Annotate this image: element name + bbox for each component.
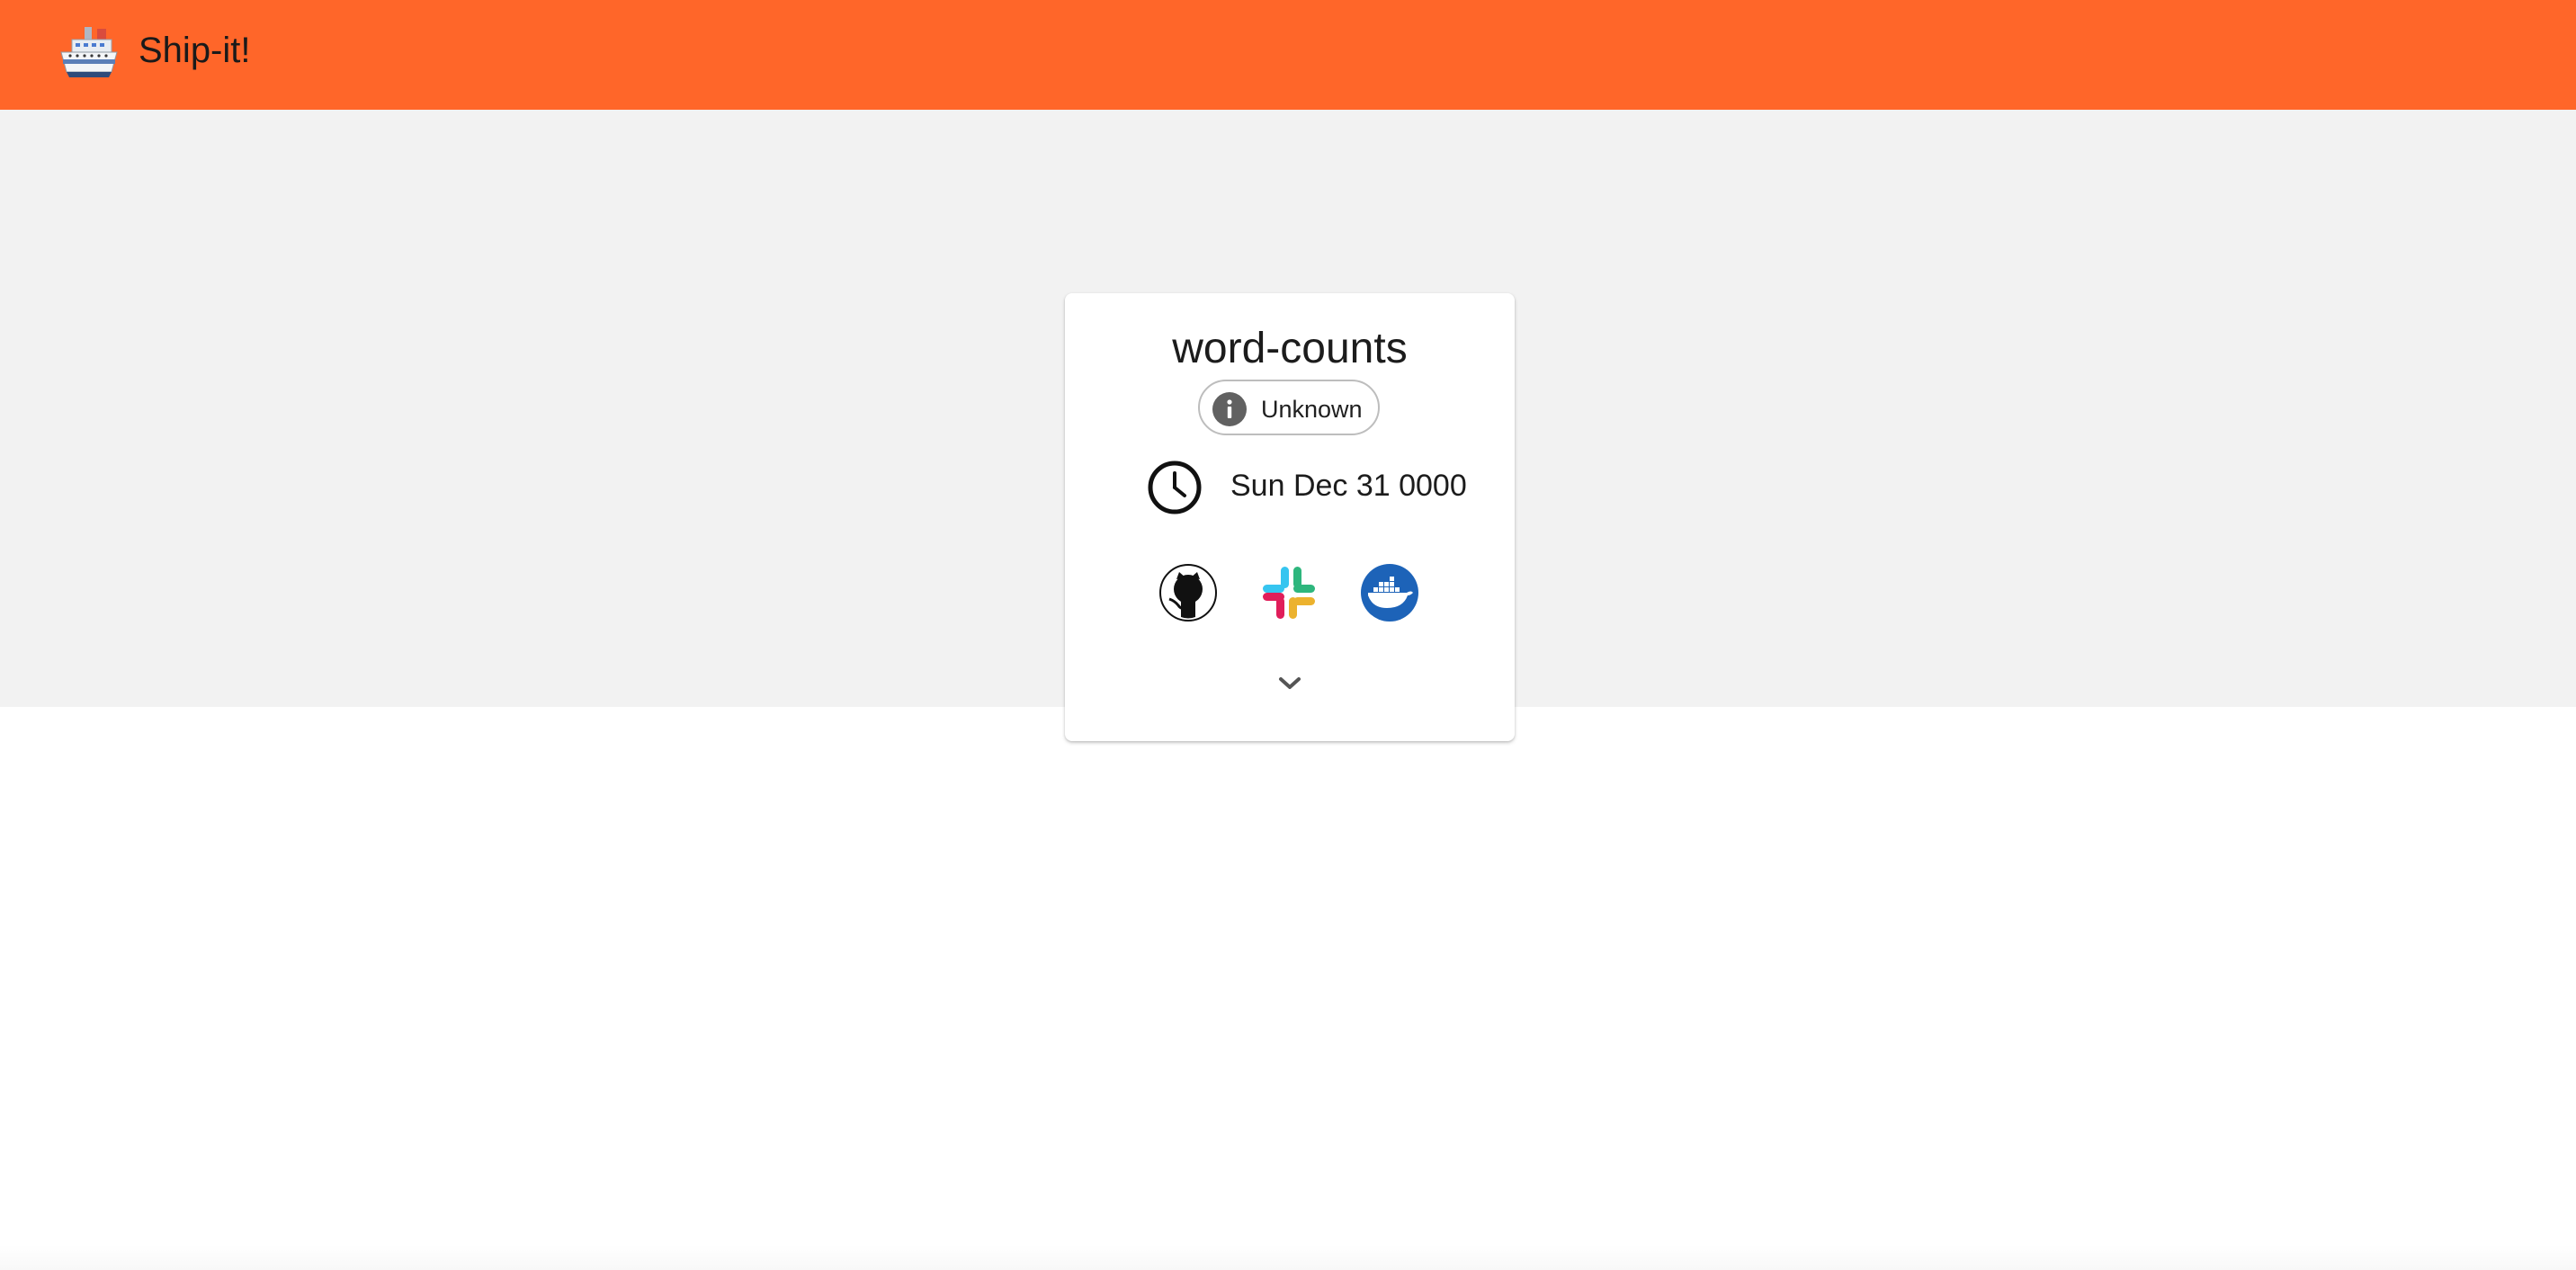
app-bar: Ship-it! (0, 0, 2576, 110)
app-title: Ship-it! (139, 31, 251, 70)
bottom-fade (0, 1245, 2576, 1270)
expand-button[interactable] (1265, 660, 1315, 707)
chevron-down-icon (1279, 677, 1301, 689)
docker-icon[interactable] (1360, 563, 1419, 622)
status-label: Unknown (1261, 396, 1363, 423)
clock-icon (1148, 461, 1202, 514)
main-content: word-counts Unknown Sun Dec 31 0000 (0, 110, 2576, 741)
ship-icon (60, 27, 118, 77)
service-card: word-counts Unknown Sun Dec 31 0000 (1065, 293, 1515, 741)
status-badge[interactable]: Unknown (1198, 380, 1380, 435)
info-icon (1212, 392, 1247, 426)
github-icon[interactable] (1158, 563, 1218, 622)
service-name: word-counts (1172, 325, 1408, 372)
slack-icon[interactable] (1259, 563, 1319, 622)
last-deploy-time: Sun Dec 31 0000 (1230, 469, 1467, 503)
